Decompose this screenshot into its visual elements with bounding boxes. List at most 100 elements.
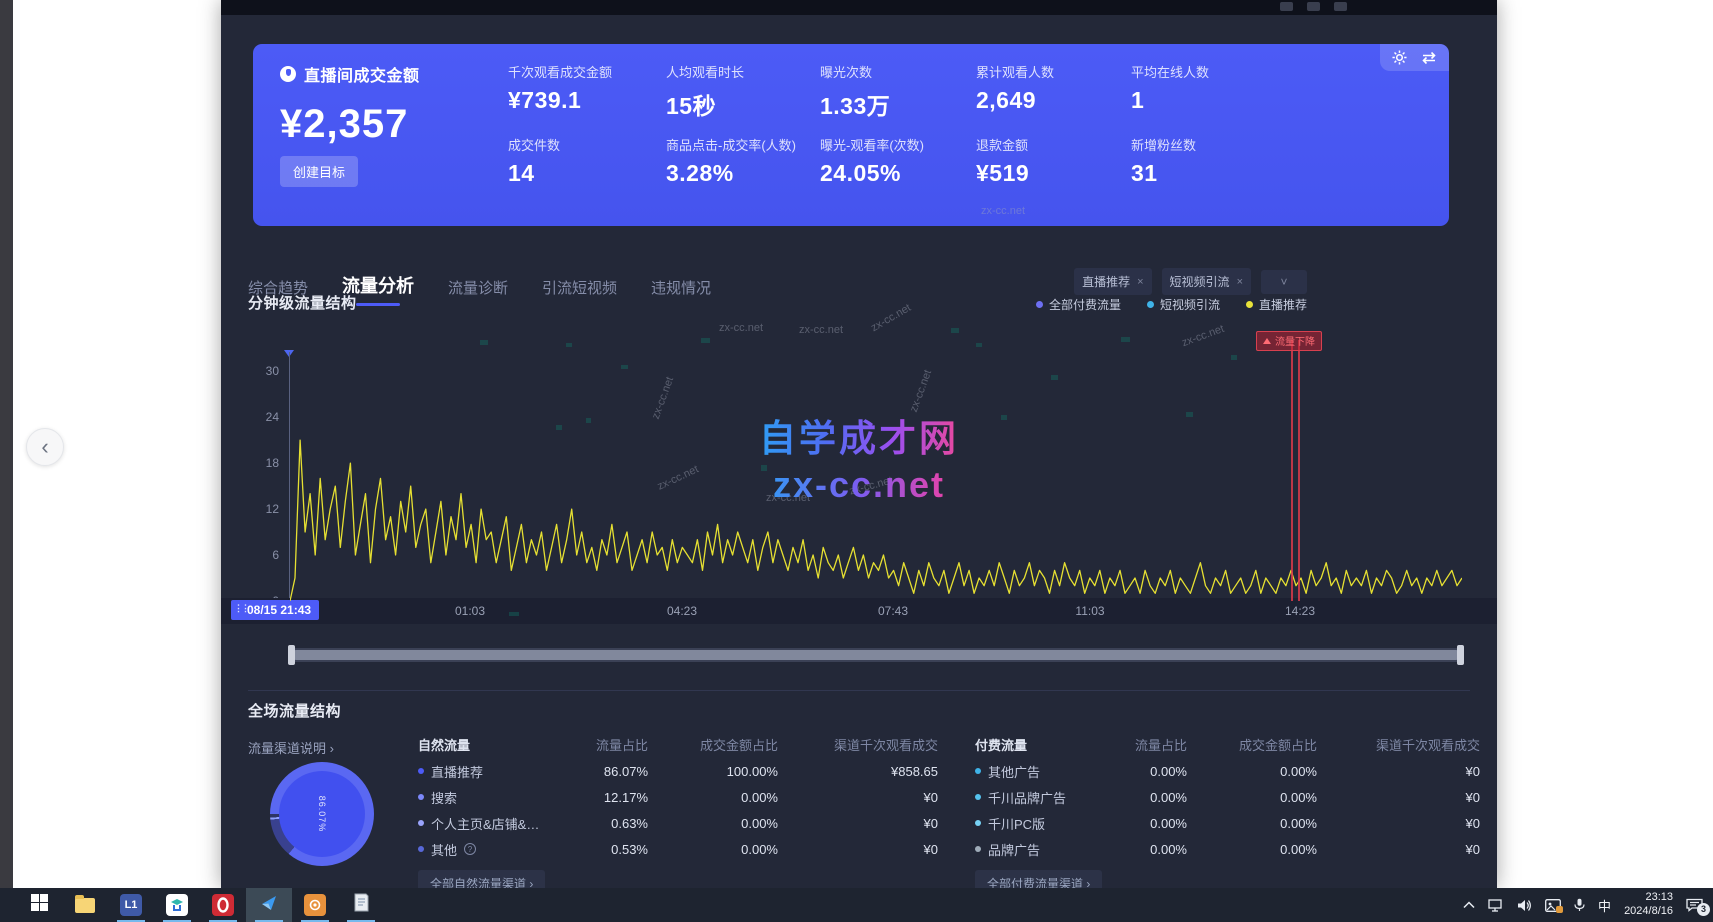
artifact-speck xyxy=(480,340,488,345)
column-header: 付费流量 xyxy=(975,735,1087,754)
legend-item-全部付费流量[interactable]: 全部付费流量 xyxy=(1036,296,1121,313)
chart-range-slider[interactable] xyxy=(290,648,1462,662)
red-o-app-icon xyxy=(212,894,234,916)
teal-t-app-icon xyxy=(166,894,188,916)
kpi-metric-label: 平均在线人数 xyxy=(1131,62,1291,81)
extension-icon[interactable] xyxy=(1280,2,1293,11)
artifact-speck xyxy=(1121,337,1130,342)
legend-dot xyxy=(1147,301,1154,308)
app-teal-t[interactable] xyxy=(154,888,200,922)
kpi-metric: 累计观看人数2,649 xyxy=(976,62,1131,135)
value-cell: 0.00% xyxy=(1187,764,1317,779)
menu-icon[interactable] xyxy=(1334,2,1347,11)
filter-chip[interactable]: 短视频引流 × xyxy=(1162,268,1251,295)
column-header: 流量占比 xyxy=(540,735,648,754)
profile-icon[interactable] xyxy=(1307,2,1320,11)
donut-center-label: 86.07% xyxy=(317,796,327,833)
artifact-speck xyxy=(1186,412,1193,417)
x-axis-start-badge[interactable]: 08/15 21:43 xyxy=(231,600,319,620)
create-goal-button[interactable]: 创建目标 xyxy=(280,156,358,187)
column-header: 渠道千次观看成交 xyxy=(778,735,938,754)
value-cell: ¥0 xyxy=(1317,764,1480,779)
table-row[interactable]: 千川PC版0.00%0.00%¥0 xyxy=(975,810,1480,836)
file-explorer[interactable] xyxy=(62,888,108,922)
kpi-metric-value: 15秒 xyxy=(666,87,820,121)
channel-name-cell: 其他广告 xyxy=(975,762,1087,781)
app-blue-pointer[interactable] xyxy=(246,888,292,922)
value-cell: 0.00% xyxy=(1187,790,1317,805)
swap-icon[interactable] xyxy=(1421,51,1437,65)
filter-chips: 直播推荐× 短视频引流 × ˅ xyxy=(1074,268,1307,295)
traffic-drop-alert-badge[interactable]: 流量下降 xyxy=(1256,331,1322,351)
app-orange-recorder[interactable] xyxy=(292,888,338,922)
table-row[interactable]: 搜索12.17%0.00%¥0 xyxy=(418,784,938,810)
network-icon[interactable] xyxy=(1488,899,1504,912)
start-button[interactable] xyxy=(16,888,62,922)
tab-引流短视频[interactable]: 引流短视频 xyxy=(542,277,617,306)
table-row[interactable]: 直播推荐86.07%100.00%¥858.65 xyxy=(418,758,938,784)
value-cell: ¥0 xyxy=(1317,790,1480,805)
channel-dot xyxy=(418,846,424,852)
kpi-metric-label: 退款金额 xyxy=(976,135,1131,154)
filter-dropdown[interactable]: ˅ xyxy=(1261,270,1307,294)
table-row[interactable]: 其他?0.53%0.00%¥0 xyxy=(418,836,938,862)
primary-metric-label: 直播间成交金额 xyxy=(304,62,420,86)
artifact-speck xyxy=(1231,355,1237,360)
notepad-app-icon xyxy=(353,893,370,917)
value-cell: 0.00% xyxy=(1087,816,1187,831)
x-tick-label: 14:23 xyxy=(1285,604,1315,618)
chip-label: 短视频引流 xyxy=(1170,273,1230,290)
column-header: 渠道千次观看成交 xyxy=(1317,735,1480,754)
channel-dot xyxy=(418,768,424,774)
warning-triangle-icon xyxy=(1263,338,1271,344)
kpi-metrics-grid: 千次观看成交金额¥739.1人均观看时长15秒曝光次数1.33万累计观看人数2,… xyxy=(508,62,1291,208)
target-pin-icon xyxy=(280,66,296,82)
folder-icon xyxy=(75,898,95,913)
tab-流量诊断[interactable]: 流量诊断 xyxy=(448,277,508,306)
microphone-icon[interactable] xyxy=(1574,898,1585,912)
app-notepad[interactable] xyxy=(338,888,384,922)
tray-badge-dot xyxy=(1556,906,1563,913)
legend-item-短视频引流[interactable]: 短视频引流 xyxy=(1147,296,1220,313)
slider-right-handle[interactable] xyxy=(1457,645,1464,665)
legend-item-直播推荐[interactable]: 直播推荐 xyxy=(1246,296,1307,313)
traffic-structure-title: 全场流量结构 xyxy=(248,700,341,721)
table-row[interactable]: 千川品牌广告0.00%0.00%¥0 xyxy=(975,784,1480,810)
app-red-o[interactable] xyxy=(200,888,246,922)
artifact-speck xyxy=(1001,415,1007,420)
help-icon[interactable]: ? xyxy=(464,843,476,855)
clock-date: 2024/8/16 xyxy=(1624,905,1673,919)
chip-remove-icon[interactable]: × xyxy=(1137,276,1143,288)
tab-违规情况[interactable]: 违规情况 xyxy=(651,277,711,306)
windows-logo-icon xyxy=(31,894,48,916)
table-row[interactable]: 品牌广告0.00%0.00%¥0 xyxy=(975,836,1480,862)
kpi-metric-value: ¥519 xyxy=(976,160,1131,187)
channel-explain-link[interactable]: 流量渠道说明 › xyxy=(248,738,334,757)
chip-remove-icon[interactable]: × xyxy=(1237,276,1243,288)
artifact-speck xyxy=(951,328,959,333)
app-l1[interactable]: L1 xyxy=(108,888,154,922)
browser-chrome-icons xyxy=(1280,2,1347,11)
table-row[interactable]: 个人主页&店铺&…0.63%0.00%¥0 xyxy=(418,810,938,836)
legend-dot xyxy=(1246,301,1253,308)
gear-icon[interactable] xyxy=(1392,50,1407,65)
channel-name-cell: 搜索 xyxy=(418,788,540,807)
table-row[interactable]: 其他广告0.00%0.00%¥0 xyxy=(975,758,1480,784)
taskbar-clock[interactable]: 23:13 2024/8/16 xyxy=(1624,891,1673,919)
slider-left-handle[interactable] xyxy=(288,645,295,665)
action-center-icon[interactable]: 3 xyxy=(1686,898,1703,912)
x-tick-label: 11:03 xyxy=(1075,604,1104,618)
value-cell: 0.00% xyxy=(1087,764,1187,779)
carousel-back-button[interactable]: ‹ xyxy=(26,428,64,466)
x-tick-label: 07:43 xyxy=(878,604,908,618)
ime-indicator[interactable]: 中 xyxy=(1598,896,1611,915)
channel-name-cell: 品牌广告 xyxy=(975,840,1087,859)
system-tray: 中 23:13 2024/8/16 3 xyxy=(1463,888,1713,922)
tray-expand-chevron-icon[interactable] xyxy=(1463,901,1475,909)
filter-chip[interactable]: 直播推荐× xyxy=(1074,268,1151,295)
channel-name: 其他 xyxy=(431,840,457,859)
kpi-metric: 千次观看成交金额¥739.1 xyxy=(508,62,666,135)
legend-label: 直播推荐 xyxy=(1259,296,1307,313)
volume-icon[interactable] xyxy=(1517,899,1532,912)
snip-tool-icon[interactable] xyxy=(1545,899,1561,912)
